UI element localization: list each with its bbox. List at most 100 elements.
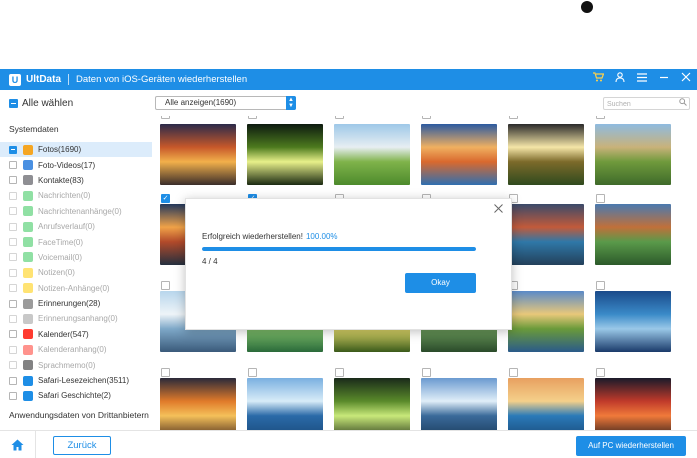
cart-icon[interactable] bbox=[587, 69, 609, 90]
phone-icon bbox=[23, 221, 33, 232]
photo-thumbnail[interactable] bbox=[160, 378, 236, 430]
sidebar-item[interactable]: Kalender(547) bbox=[0, 327, 152, 342]
photo-checkbox[interactable] bbox=[509, 116, 518, 119]
category-checkbox[interactable] bbox=[9, 361, 17, 370]
photo-thumbnail[interactable] bbox=[595, 124, 671, 185]
screen: U UltData Daten von iOS-Geräten wiederhe… bbox=[0, 0, 697, 458]
dialog-message: Erfolgreich wiederherstellen! bbox=[202, 232, 303, 241]
photo-thumbnail[interactable] bbox=[595, 378, 671, 430]
filter-value: Alle anzeigen(1690) bbox=[165, 98, 237, 107]
photo-checkbox[interactable] bbox=[248, 116, 257, 119]
minimize-icon[interactable] bbox=[653, 69, 675, 90]
select-all-box[interactable] bbox=[9, 99, 18, 108]
category-checkbox[interactable] bbox=[9, 268, 17, 277]
dropdown-arrows-icon[interactable]: ▲ ▼ bbox=[286, 96, 296, 110]
category-checkbox[interactable] bbox=[9, 238, 17, 247]
photo-thumbnail[interactable] bbox=[508, 378, 584, 430]
sidebar-item[interactable]: Sprachmemo(0) bbox=[0, 357, 152, 372]
notes-attachment-icon bbox=[23, 283, 33, 294]
filter-dropdown[interactable]: Alle anzeigen(1690) ▲ ▼ bbox=[155, 96, 296, 110]
home-icon[interactable] bbox=[11, 439, 24, 451]
photo-checkbox[interactable] bbox=[509, 368, 518, 377]
category-checkbox[interactable] bbox=[9, 299, 17, 308]
category-checkbox[interactable] bbox=[9, 314, 17, 323]
category-checkbox[interactable] bbox=[9, 161, 17, 170]
photo-checkbox[interactable] bbox=[596, 116, 605, 119]
category-checkbox[interactable] bbox=[9, 391, 17, 400]
contacts-icon bbox=[23, 175, 33, 186]
sidebar-item[interactable]: FaceTime(0) bbox=[0, 234, 152, 249]
photo-thumbnail[interactable] bbox=[595, 291, 671, 352]
photo-checkbox[interactable] bbox=[248, 368, 257, 377]
sidebar-item[interactable]: Nachrichtenanhänge(0) bbox=[0, 204, 152, 219]
photo-thumbnail[interactable] bbox=[595, 204, 671, 265]
photo-thumbnail[interactable] bbox=[247, 378, 323, 430]
sidebar-item[interactable]: Erinnerungen(28) bbox=[0, 296, 152, 311]
category-checkbox[interactable] bbox=[9, 330, 17, 339]
photo-thumbnail[interactable] bbox=[334, 124, 410, 185]
photo-thumbnail[interactable] bbox=[334, 378, 410, 430]
photo-checkbox[interactable] bbox=[335, 368, 344, 377]
calendar-attachment-icon bbox=[23, 344, 33, 355]
reminders-icon bbox=[23, 298, 33, 309]
category-checkbox[interactable] bbox=[9, 345, 17, 354]
photo-thumbnail[interactable] bbox=[421, 124, 497, 185]
sidebar-item[interactable]: Erinnerungsanhang(0) bbox=[0, 311, 152, 326]
sidebar-item[interactable]: Foto-Videos(17) bbox=[0, 157, 152, 172]
category-list: Fotos(1690) Foto-Videos(17) Kontakte(83) Na… bbox=[0, 142, 152, 404]
calendar-icon bbox=[23, 329, 33, 340]
category-checkbox[interactable] bbox=[9, 207, 17, 216]
photo-checkbox[interactable] bbox=[161, 116, 170, 119]
user-icon[interactable] bbox=[609, 69, 631, 90]
recover-to-pc-button[interactable]: Auf PC wiederherstellen bbox=[576, 436, 686, 456]
photo-checkbox[interactable]: ✓ bbox=[161, 194, 170, 203]
search-box[interactable] bbox=[603, 97, 690, 110]
category-checkbox[interactable] bbox=[9, 284, 17, 293]
photo-checkbox[interactable] bbox=[161, 368, 170, 377]
progress-fill bbox=[202, 247, 476, 251]
photo-checkbox[interactable] bbox=[596, 368, 605, 377]
photo-thumbnail[interactable] bbox=[421, 378, 497, 430]
sidebar-item-label: Anrufsverlauf(0) bbox=[38, 222, 95, 232]
sidebar-item[interactable]: Notizen(0) bbox=[0, 265, 152, 280]
category-checkbox[interactable] bbox=[9, 253, 17, 262]
sidebar-item[interactable]: Safari-Lesezeichen(3511) bbox=[0, 373, 152, 388]
photo-thumbnail[interactable] bbox=[247, 124, 323, 185]
category-checkbox[interactable] bbox=[9, 145, 17, 154]
select-all-checkbox[interactable]: Alle wählen bbox=[9, 98, 73, 109]
sidebar-item[interactable]: Anrufsverlauf(0) bbox=[0, 219, 152, 234]
search-icon[interactable] bbox=[679, 98, 687, 108]
photo-checkbox[interactable] bbox=[596, 194, 605, 203]
category-checkbox[interactable] bbox=[9, 191, 17, 200]
home-button[interactable] bbox=[0, 431, 36, 458]
sidebar-item[interactable]: Notizen-Anhänge(0) bbox=[0, 281, 152, 296]
sidebar-item[interactable]: Nachrichten(0) bbox=[0, 188, 152, 203]
sidebar-item[interactable]: Fotos(1690) bbox=[0, 142, 152, 158]
sidebar-item-label: Kalenderanhang(0) bbox=[38, 345, 107, 355]
close-icon[interactable] bbox=[675, 69, 697, 90]
category-checkbox[interactable] bbox=[9, 222, 17, 231]
sidebar-item[interactable]: Safari Geschichte(2) bbox=[0, 388, 152, 403]
photo-thumbnail[interactable] bbox=[508, 124, 584, 185]
photo-checkbox[interactable] bbox=[596, 281, 605, 290]
sidebar-item[interactable]: Voicemail(0) bbox=[0, 250, 152, 265]
okay-button[interactable]: Okay bbox=[405, 273, 476, 293]
photo-checkbox[interactable] bbox=[422, 368, 431, 377]
photo-thumbnail[interactable] bbox=[508, 204, 584, 265]
photo-thumbnail[interactable] bbox=[508, 291, 584, 352]
photo-thumbnail[interactable] bbox=[160, 124, 236, 185]
sidebar-item-label: Sprachmemo(0) bbox=[38, 360, 96, 370]
dialog-message-line: Erfolgreich wiederherstellen! 100.00% bbox=[202, 232, 338, 241]
sidebar-item[interactable]: Kontakte(83) bbox=[0, 173, 152, 188]
search-input[interactable] bbox=[607, 99, 677, 110]
category-checkbox[interactable] bbox=[9, 376, 17, 385]
sidebar-item[interactable]: Kalenderanhang(0) bbox=[0, 342, 152, 357]
photo-checkbox[interactable] bbox=[422, 116, 431, 119]
photo-checkbox[interactable] bbox=[335, 116, 344, 119]
category-checkbox[interactable] bbox=[9, 176, 17, 185]
photo-checkbox[interactable] bbox=[161, 281, 170, 290]
dialog-close-icon[interactable] bbox=[494, 203, 503, 215]
menu-icon[interactable] bbox=[631, 69, 653, 90]
voicemail-icon bbox=[23, 252, 33, 263]
back-button[interactable]: Zurück bbox=[53, 436, 111, 455]
